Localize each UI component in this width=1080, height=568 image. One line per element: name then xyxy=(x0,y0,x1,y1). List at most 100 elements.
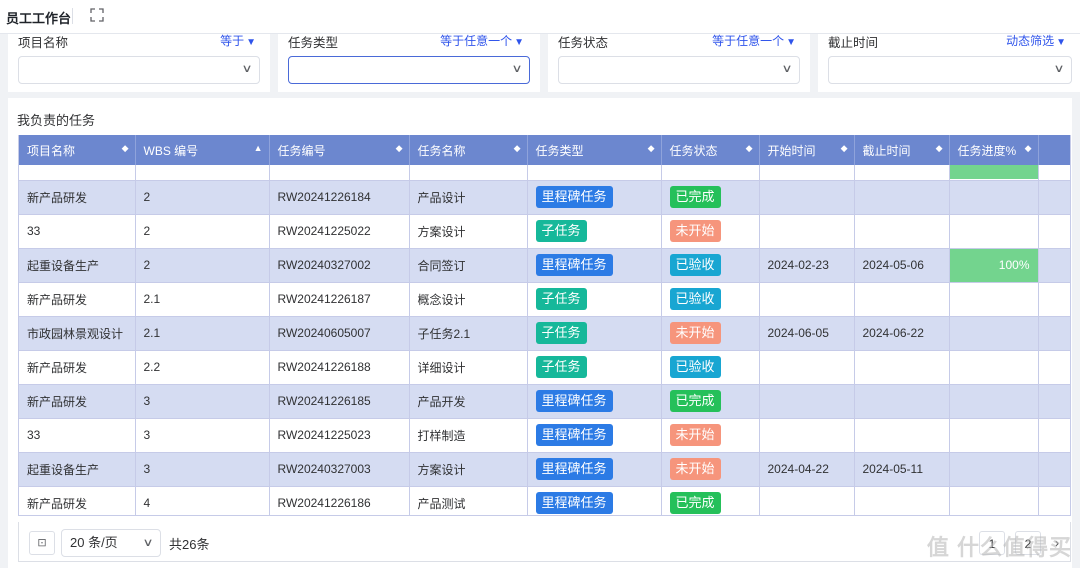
cell-status: 已完成 xyxy=(661,180,760,215)
cell-name: 详细设计 xyxy=(409,350,528,385)
sort-icon[interactable]: ◆ xyxy=(396,143,403,154)
sort-icon[interactable]: ◆ xyxy=(936,143,943,154)
table-cell xyxy=(759,165,855,181)
watermark: 值 什么值得买 xyxy=(926,535,1072,560)
column-header[interactable]: 任务编号 ◆ xyxy=(269,135,410,165)
column-header[interactable]: 任务类型 ◆ xyxy=(527,135,662,165)
filter-operator-text: 等于任意一个 xyxy=(440,34,513,48)
filter-operator[interactable]: 等于任意一个 ▼ xyxy=(712,32,796,49)
cell-wbs: 2 xyxy=(135,248,270,283)
table-row[interactable]: 新产品研发 2.2 RW20241226188 详细设计 子任务 已验收 xyxy=(19,350,1070,385)
sort-asc-icon[interactable]: ▲ xyxy=(254,143,263,153)
cell-progress xyxy=(949,180,1039,215)
caret-down-icon: ▼ xyxy=(786,37,796,48)
column-header[interactable]: 任务进度% ◆ xyxy=(949,135,1039,165)
cell-project: 33 xyxy=(19,418,136,453)
page-size-label: 20 条/页 xyxy=(70,535,118,550)
cell-name: 产品开发 xyxy=(409,384,528,419)
column-header-label: 截止时间 xyxy=(862,143,911,158)
cell-progress: 100% xyxy=(949,248,1039,283)
filter-operator[interactable]: 等于任意一个 ▼ xyxy=(440,32,524,49)
type-tag: 子任务 xyxy=(535,356,587,378)
cell-status: 未开始 xyxy=(661,452,760,487)
table-row-partial xyxy=(19,165,1070,181)
cell-code: RW20241225023 xyxy=(269,418,410,453)
table-cell xyxy=(1038,248,1070,283)
column-header[interactable]: 开始时间 ◆ xyxy=(759,135,855,165)
cell-name: 合同签订 xyxy=(409,248,528,283)
cell-start: 2024-06-05 xyxy=(759,316,855,351)
table-cell xyxy=(19,165,136,181)
table-cell xyxy=(269,165,410,181)
cell-start xyxy=(759,418,855,453)
filter-operator-text: 等于任意一个 xyxy=(712,34,785,48)
column-header[interactable]: 任务名称 ◆ xyxy=(409,135,528,165)
column-header-label: 任务名称 xyxy=(417,143,466,158)
column-header-label: WBS 编号 xyxy=(143,143,199,158)
filter-operator[interactable]: 动态筛选 ▼ xyxy=(1006,32,1066,49)
table-row[interactable]: 33 3 RW20241225023 打样制造 里程碑任务 未开始 xyxy=(19,418,1070,453)
table-row[interactable]: 起重设备生产 2 RW20240327002 合同签订 里程碑任务 已验收 20… xyxy=(19,248,1070,283)
column-header[interactable]: 项目名称 ◆ xyxy=(19,135,136,165)
cell-project: 新产品研发 xyxy=(19,350,136,385)
sort-icon[interactable]: ◆ xyxy=(746,143,753,154)
column-header[interactable]: WBS 编号 ▲ xyxy=(135,135,270,165)
expand-icon[interactable] xyxy=(90,8,104,22)
table-cell xyxy=(1038,180,1070,215)
filter-label: 截止时间 xyxy=(828,36,879,50)
cell-type: 子任务 xyxy=(527,350,662,385)
status-badge: 未开始 xyxy=(669,424,721,446)
table-row[interactable]: 新产品研发 4 RW20241226186 产品测试 里程碑任务 已完成 xyxy=(19,486,1070,515)
filter-deadline-select[interactable]: ∨ xyxy=(828,56,1072,84)
cell-code: RW20241226185 xyxy=(269,384,410,419)
filter-operator[interactable]: 等于 ▼ xyxy=(220,32,256,49)
cell-type: 里程碑任务 xyxy=(527,248,662,283)
table-row[interactable]: 新产品研发 3 RW20241226185 产品开发 里程碑任务 已完成 xyxy=(19,384,1070,419)
title-divider xyxy=(72,8,73,24)
filter-task-type-select[interactable]: ∨ xyxy=(288,56,530,84)
pagination: ⊡ 20 条/页 ∨ 共26条 1 2 › xyxy=(18,522,1071,562)
table-row[interactable]: 33 2 RW20241225022 方案设计 子任务 未开始 xyxy=(19,214,1070,249)
filter-task-status-select[interactable]: ∨ xyxy=(558,56,800,84)
status-badge: 已完成 xyxy=(669,390,721,412)
status-badge: 未开始 xyxy=(669,458,721,480)
sort-icon[interactable]: ◆ xyxy=(514,143,521,154)
cell-code: RW20240605007 xyxy=(269,316,410,351)
status-badge: 未开始 xyxy=(669,322,721,344)
sort-icon[interactable]: ◆ xyxy=(122,143,129,154)
column-header[interactable]: 任务状态 ◆ xyxy=(661,135,760,165)
sort-icon[interactable]: ◆ xyxy=(1025,143,1032,154)
task-panel: 我负责的任务 项目名称 ◆ WBS 编号 ▲ 任务编号 ◆ 任务名称 ◆ 任务类型 ◆ 任… xyxy=(8,98,1072,568)
table-row[interactable]: 新产品研发 2 RW20241226184 产品设计 里程碑任务 已完成 xyxy=(19,180,1070,215)
cell-status: 已验收 xyxy=(661,282,760,317)
table-row[interactable]: 起重设备生产 3 RW20240327003 方案设计 里程碑任务 未开始 20… xyxy=(19,452,1070,487)
first-page-icon[interactable]: ⊡ xyxy=(29,531,55,555)
column-header[interactable]: 截止时间 ◆ xyxy=(854,135,950,165)
cell-type: 里程碑任务 xyxy=(527,180,662,215)
column-header-label: 任务状态 xyxy=(669,143,718,158)
table-cell xyxy=(1038,350,1070,385)
type-tag: 里程碑任务 xyxy=(535,424,613,446)
filter-project-select[interactable]: ∨ xyxy=(18,56,260,84)
chevron-down-icon: ∨ xyxy=(241,63,253,75)
sort-icon[interactable]: ◆ xyxy=(841,143,848,154)
cell-type: 里程碑任务 xyxy=(527,418,662,453)
table-cell xyxy=(1038,214,1070,249)
table-row[interactable]: 市政园林景观设计 2.1 RW20240605007 子任务2.1 子任务 未开… xyxy=(19,316,1070,351)
cell-end xyxy=(854,384,950,419)
cell-wbs: 2.2 xyxy=(135,350,270,385)
cell-project: 33 xyxy=(19,214,136,249)
column-header-label: 开始时间 xyxy=(767,143,816,158)
cell-start xyxy=(759,486,855,515)
table-row[interactable]: 新产品研发 2.1 RW20241226187 概念设计 子任务 已验收 xyxy=(19,282,1070,317)
cell-end xyxy=(854,350,950,385)
type-tag: 里程碑任务 xyxy=(535,458,613,480)
page-size-select[interactable]: 20 条/页 ∨ xyxy=(61,529,161,557)
filter-task-type: 任务类型 等于任意一个 ▼ ∨ xyxy=(278,34,540,92)
cell-project: 新产品研发 xyxy=(19,180,136,215)
cell-end xyxy=(854,282,950,317)
table-cell xyxy=(1038,384,1070,419)
cell-project: 新产品研发 xyxy=(19,282,136,317)
sort-icon[interactable]: ◆ xyxy=(648,143,655,154)
cell-end: 2024-05-06 xyxy=(854,248,950,283)
